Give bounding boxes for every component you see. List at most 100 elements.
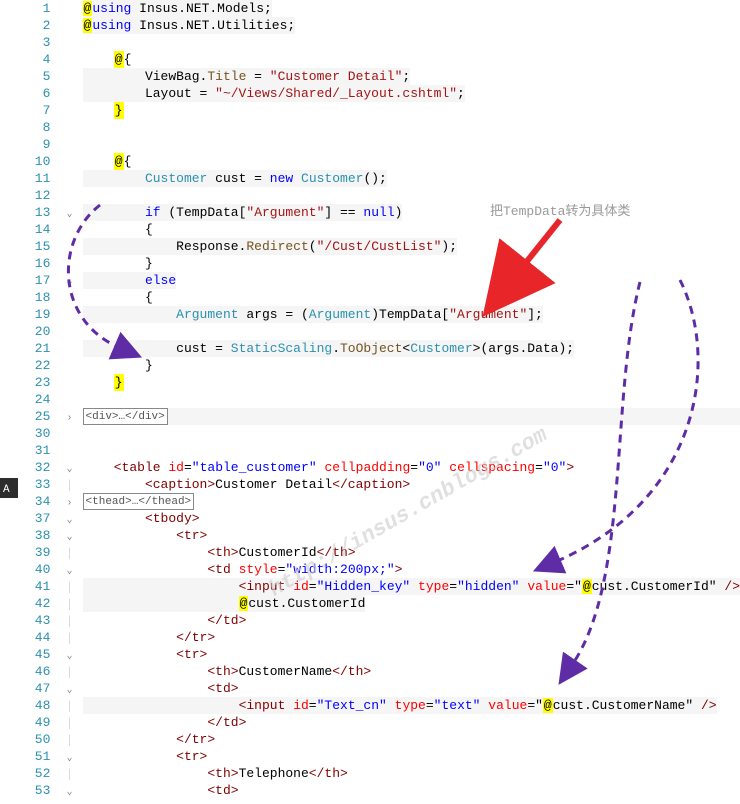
fold-marker[interactable]: ⌄	[56, 272, 82, 289]
line-number: 15	[15, 238, 50, 255]
fold-marker: │	[56, 697, 82, 714]
line-number: 16	[15, 255, 50, 272]
fold-marker[interactable]: ⌄	[56, 510, 82, 527]
line-number: 40	[15, 561, 50, 578]
fold-marker	[56, 391, 82, 408]
line-number: 13	[15, 204, 50, 221]
line-number: 4	[15, 51, 50, 68]
code-line[interactable]: <td>	[83, 680, 740, 697]
code-area[interactable]: @using Insus.NET.Models;@using Insus.NET…	[83, 0, 740, 804]
line-number: 37	[15, 510, 50, 527]
code-line[interactable]: <tr>	[83, 748, 740, 765]
code-line[interactable]: <input id="Hidden_key" type="hidden" val…	[83, 578, 740, 595]
fold-marker[interactable]: ⌄	[56, 748, 82, 765]
fold-marker: │	[56, 578, 82, 595]
code-line[interactable]: <th>CustomerId</th>	[83, 544, 740, 561]
svg-text:A: A	[3, 484, 10, 496]
code-line[interactable]: </tr>	[83, 629, 740, 646]
fold-marker	[56, 323, 82, 340]
collapsed-region[interactable]: <thead>…</thead>	[83, 493, 195, 510]
code-line[interactable]: Layout = "~/Views/Shared/_Layout.cshtml"…	[83, 85, 740, 102]
line-number: 48	[15, 697, 50, 714]
code-line[interactable]	[83, 187, 740, 204]
fold-marker	[56, 153, 82, 170]
code-line[interactable]: {	[83, 289, 740, 306]
fold-marker[interactable]: ›	[56, 408, 82, 425]
code-line[interactable]	[83, 425, 740, 442]
fold-marker	[56, 255, 82, 272]
code-line[interactable]: {	[83, 221, 740, 238]
line-number: 24	[15, 391, 50, 408]
code-line[interactable]: @using Insus.NET.Models;	[83, 0, 740, 17]
code-line[interactable]: }	[83, 374, 740, 391]
fold-marker[interactable]: ›	[56, 493, 82, 510]
code-line[interactable]: @using Insus.NET.Utilities;	[83, 17, 740, 34]
code-line[interactable]: <tr>	[83, 646, 740, 663]
fold-marker	[56, 238, 82, 255]
fold-marker	[56, 442, 82, 459]
fold-marker[interactable]: ⌄	[56, 204, 82, 221]
fold-marker[interactable]: ⌄	[56, 782, 82, 799]
code-line[interactable]: </tr>	[83, 731, 740, 748]
code-line[interactable]: <tbody>	[83, 510, 740, 527]
line-number-gutter[interactable]: 1234567891011121314151617181920212223242…	[15, 0, 56, 804]
code-line[interactable]: <td>	[83, 782, 740, 799]
code-line[interactable]	[83, 34, 740, 51]
fold-marker[interactable]: ⌄	[56, 680, 82, 697]
code-line[interactable]: Argument args = (Argument)TempData["Argu…	[83, 306, 740, 323]
line-number: 45	[15, 646, 50, 663]
code-line[interactable]: }	[83, 255, 740, 272]
code-line[interactable]: @{	[83, 51, 740, 68]
code-line[interactable]: </td>	[83, 714, 740, 731]
fold-marker: │	[56, 629, 82, 646]
fold-marker[interactable]: ⌄	[56, 527, 82, 544]
code-line[interactable]: <thead>…</thead>	[83, 493, 740, 510]
code-line[interactable]: }	[83, 102, 740, 119]
collapsed-region[interactable]: <div>…</div>	[83, 408, 168, 425]
code-line[interactable]: <th>Telephone</th>	[83, 765, 740, 782]
line-number: 32	[15, 459, 50, 476]
code-line[interactable]: </td>	[83, 612, 740, 629]
code-line[interactable]: if (TempData["Argument"] == null)	[83, 204, 740, 221]
code-line[interactable]: @{	[83, 153, 740, 170]
code-line[interactable]: ViewBag.Title = "Customer Detail";	[83, 68, 740, 85]
code-line[interactable]: <table id="table_customer" cellpadding="…	[83, 459, 740, 476]
code-line[interactable]	[83, 391, 740, 408]
code-line[interactable]: <th>CustomerName</th>	[83, 663, 740, 680]
fold-marker[interactable]: ⌄	[56, 459, 82, 476]
code-line[interactable]: }	[83, 357, 740, 374]
line-number: 51	[15, 748, 50, 765]
fold-marker	[56, 306, 82, 323]
line-number: 44	[15, 629, 50, 646]
fold-marker	[56, 51, 82, 68]
line-number: 8	[15, 119, 50, 136]
code-line[interactable]	[83, 442, 740, 459]
line-number: 41	[15, 578, 50, 595]
code-line[interactable]	[83, 136, 740, 153]
code-line[interactable]: Customer cust = new Customer();	[83, 170, 740, 187]
fold-marker	[56, 289, 82, 306]
fold-gutter[interactable]: ⌄⌄›⌄│›⌄⌄│⌄││││⌄│⌄│││⌄│⌄	[56, 0, 82, 804]
code-line[interactable]	[83, 323, 740, 340]
language-indicator[interactable]: A	[0, 478, 18, 498]
line-number: 20	[15, 323, 50, 340]
fold-marker	[56, 119, 82, 136]
line-number: 39	[15, 544, 50, 561]
fold-marker[interactable]: ⌄	[56, 561, 82, 578]
code-line[interactable]: cust = StaticScaling.ToObject<Customer>(…	[83, 340, 740, 357]
code-line[interactable]: Response.Redirect("/Cust/CustList");	[83, 238, 740, 255]
code-line[interactable]: <div>…</div>	[83, 408, 740, 425]
code-line[interactable]: <td style="width:200px;">	[83, 561, 740, 578]
code-line[interactable]	[83, 119, 740, 136]
code-line[interactable]: else	[83, 272, 740, 289]
code-line[interactable]: @cust.CustomerId	[83, 595, 740, 612]
code-line[interactable]: <input id="Text_cn" type="text" value="@…	[83, 697, 740, 714]
editor-left-bar	[0, 0, 15, 804]
code-line[interactable]: <caption>Customer Detail</caption>	[83, 476, 740, 493]
code-line[interactable]: <tr>	[83, 527, 740, 544]
fold-marker: │	[56, 544, 82, 561]
fold-marker	[56, 357, 82, 374]
fold-marker: │	[56, 663, 82, 680]
fold-marker	[56, 102, 82, 119]
fold-marker[interactable]: ⌄	[56, 646, 82, 663]
